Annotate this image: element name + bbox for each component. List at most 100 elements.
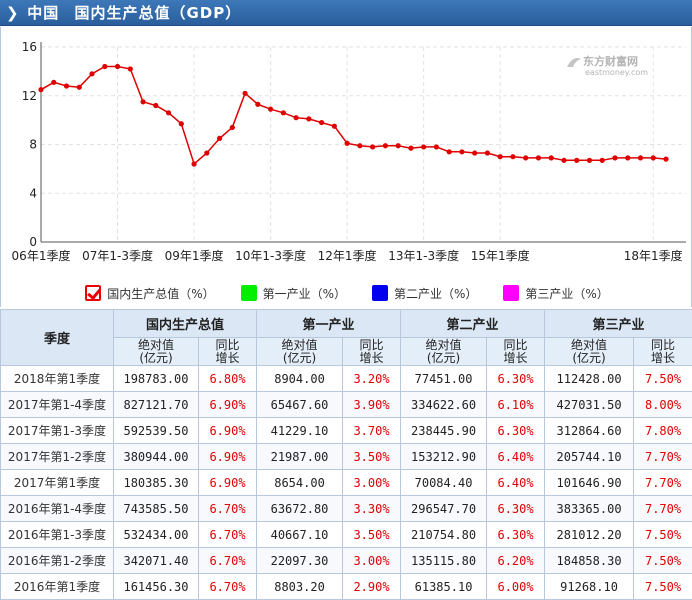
gdp-line-chart: 东方财富网eastmoney.com 0 4 8 12 16 06年1季度 07年1-3季度 0… bbox=[12, 40, 686, 263]
chevron-right-icon: ❯ bbox=[6, 4, 19, 22]
gdp-data-point bbox=[548, 155, 554, 161]
y-tick-label: 0 bbox=[29, 235, 37, 249]
cell-p1: 21987.00 bbox=[256, 443, 344, 470]
table-body: 2018年第1季度 198783.00 6.80% 8904.00 3.20% 77451… bbox=[0, 365, 692, 600]
gdp-data-point bbox=[344, 140, 350, 146]
sub-header-absolute-line2: (亿元) bbox=[282, 350, 317, 365]
cell-gdp-yoy: 6.90% bbox=[197, 417, 258, 444]
cell-p3-yoy: 7.70% bbox=[633, 469, 692, 496]
cell-p3-yoy: 7.50% bbox=[633, 547, 692, 574]
cell-gdp-yoy: 6.70% bbox=[197, 573, 258, 600]
cell-p2-yoy: 6.40% bbox=[486, 469, 546, 496]
legend-item[interactable]: 第一产业（%） bbox=[240, 285, 346, 302]
cell-p2-yoy: 6.40% bbox=[486, 443, 546, 470]
cell-p2: 61385.10 bbox=[400, 573, 488, 600]
sub-header-absolute-line2: (亿元) bbox=[426, 350, 461, 365]
cell-p1-yoy: 3.50% bbox=[342, 521, 402, 548]
legend-swatch[interactable] bbox=[240, 285, 257, 301]
cell-p3: 312864.60 bbox=[544, 417, 635, 444]
gdp-data-point bbox=[140, 99, 146, 105]
watermark-logo-icon bbox=[567, 58, 581, 67]
legend-item[interactable]: 第三产业（%） bbox=[503, 285, 609, 302]
cell-p2-yoy: 6.10% bbox=[486, 391, 546, 418]
legend-item[interactable]: 国内生产总值（%） bbox=[85, 285, 215, 302]
cell-p3-yoy: 7.50% bbox=[633, 521, 692, 548]
gdp-data-point bbox=[153, 102, 159, 109]
x-tick-label: 18年1季度 bbox=[624, 248, 683, 263]
cell-quarter: 2017年第1-3季度 bbox=[0, 417, 114, 444]
cell-quarter: 2018年第1季度 bbox=[0, 365, 114, 392]
gdp-data-point bbox=[561, 157, 567, 163]
y-tick-label: 8 bbox=[29, 138, 37, 152]
table-row: 2016年第1季度 161456.30 6.70% 8803.20 2.90% 61385… bbox=[0, 573, 692, 600]
gdp-data-point bbox=[599, 157, 605, 163]
gdp-data-point bbox=[51, 79, 57, 85]
cell-p1: 8803.20 bbox=[256, 573, 344, 600]
gdp-data-point bbox=[421, 144, 427, 150]
gdp-data-point bbox=[127, 66, 133, 72]
cell-quarter: 2016年第1季度 bbox=[0, 573, 114, 600]
cell-p1: 41229.10 bbox=[256, 417, 344, 444]
gdp-data-point bbox=[319, 119, 325, 126]
cell-p2-yoy: 6.30% bbox=[486, 521, 546, 548]
table-row: 2017年第1季度 180385.30 6.90% 8654.00 3.00% 70084… bbox=[0, 469, 692, 496]
cell-p3-yoy: 8.00% bbox=[633, 391, 692, 418]
cell-quarter: 2017年第1季度 bbox=[0, 469, 114, 496]
quarter-header: 季度 bbox=[0, 309, 114, 366]
cell-p2: 70084.40 bbox=[400, 469, 488, 496]
legend-label: 国内生产总值（%） bbox=[107, 286, 215, 301]
cell-gdp-yoy: 6.70% bbox=[197, 521, 258, 548]
cell-gdp: 743585.50 bbox=[113, 495, 199, 522]
legend-item[interactable]: 第二产业（%） bbox=[372, 285, 477, 302]
cell-p3-yoy: 7.50% bbox=[633, 365, 692, 392]
legend-swatch[interactable] bbox=[372, 285, 388, 301]
cell-p2: 153212.90 bbox=[400, 443, 488, 470]
chart-panel: 东方财富网 eastmoney.com 0 4 8 12 16 06年1季度 07年1-3季度 0… bbox=[0, 27, 692, 307]
sub-header-yoy-line2: 增长 bbox=[503, 350, 528, 365]
gdp-data-point bbox=[306, 116, 312, 122]
gdp-data-point bbox=[484, 150, 491, 156]
cell-p2-yoy: 6.20% bbox=[486, 547, 546, 574]
cell-p1: 22097.30 bbox=[256, 547, 344, 574]
x-tick-label: 06年1季度 bbox=[12, 248, 71, 263]
sub-header-yoy: 同比 增长 bbox=[197, 337, 258, 366]
cell-gdp: 380944.00 bbox=[113, 443, 199, 470]
x-tick-label: 09年1季度 bbox=[165, 248, 224, 263]
title-bar: ❯ 中国 国内生产总值（GDP） bbox=[0, 0, 692, 26]
cell-p2: 296547.70 bbox=[400, 495, 488, 522]
sub-header-absolute: 绝对值 (亿元) bbox=[113, 337, 199, 366]
table-row: 2018年第1季度 198783.00 6.80% 8904.00 3.20% 77451… bbox=[0, 365, 692, 392]
cell-gdp: 827121.70 bbox=[113, 391, 199, 418]
sub-header-absolute-line2: (亿元) bbox=[572, 350, 606, 365]
cell-p1: 63672.80 bbox=[256, 495, 344, 522]
cell-p1-yoy: 3.70% bbox=[342, 417, 402, 444]
cell-p1-yoy: 3.90% bbox=[342, 391, 402, 418]
cell-p3: 427031.50 bbox=[544, 391, 635, 418]
gdp-data-point bbox=[191, 161, 197, 167]
cell-p3: 101646.90 bbox=[544, 469, 635, 496]
cell-p1: 8904.00 bbox=[256, 365, 344, 392]
gdp-data-point bbox=[433, 144, 440, 150]
table-row: 2016年第1-3季度 532434.00 6.70% 40667.10 3.50% 21… bbox=[0, 521, 692, 548]
gdp-data-point bbox=[293, 115, 299, 121]
legend-swatch[interactable] bbox=[503, 285, 520, 301]
gdp-data-point bbox=[472, 150, 478, 156]
sub-header-yoy: 同比 增长 bbox=[486, 337, 546, 366]
sub-header-absolute-line1: 绝对值 bbox=[137, 337, 174, 352]
group-header-gdp: 国内生产总值 bbox=[112, 309, 258, 338]
legend-label: 第二产业（%） bbox=[394, 286, 478, 301]
watermark-domain: eastmoney.com bbox=[585, 68, 648, 77]
sub-header-absolute: 绝对值 (亿元) bbox=[256, 337, 344, 366]
gdp-data-point bbox=[165, 110, 172, 116]
cell-quarter: 2017年第1-4季度 bbox=[0, 391, 114, 418]
cell-gdp-yoy: 6.70% bbox=[197, 547, 258, 574]
gdp-data-point bbox=[255, 101, 261, 107]
gdp-data-point bbox=[357, 143, 363, 149]
cell-gdp: 198783.00 bbox=[113, 365, 199, 392]
cell-p3-yoy: 7.50% bbox=[633, 573, 692, 600]
cell-p2: 210754.80 bbox=[400, 521, 488, 548]
checkbox-checked-icon[interactable] bbox=[85, 285, 102, 301]
table-row: 2017年第1-3季度 592539.50 6.90% 41229.10 3.70% 23… bbox=[0, 417, 692, 444]
table-row: 2017年第1-2季度 380944.00 6.90% 21987.00 3.50% 15… bbox=[0, 443, 692, 470]
cell-gdp: 161456.30 bbox=[113, 573, 199, 600]
